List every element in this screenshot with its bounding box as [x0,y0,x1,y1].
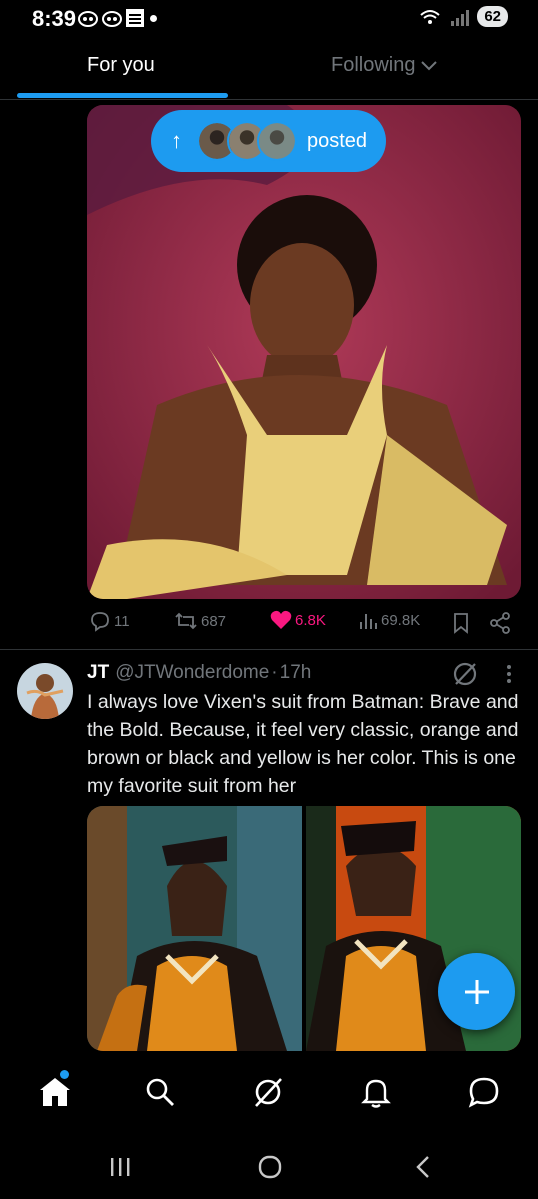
views-button[interactable]: 69.8K [358,610,420,630]
recents-icon [111,1158,130,1176]
more-icon[interactable] [502,662,516,686]
back-icon [416,1156,429,1178]
status-bar: 8:39 62 [0,0,538,40]
new-posts-pill[interactable]: ↑ posted [151,110,386,172]
reply-count: 11 [114,612,130,630]
like-button[interactable]: 6.8K [270,610,326,630]
post-image[interactable] [87,806,302,1051]
battery-indicator: 62 [477,6,508,27]
post-actions: 11 687 6.8K 69.8K [87,610,527,638]
posted-label: posted [307,129,368,152]
signal-icon [451,9,470,26]
post-header: JT @JTWonderdome · 17h [87,662,311,684]
repost-count: 687 [201,612,227,630]
active-tab-indicator [17,93,228,98]
status-indicators: 62 [419,6,508,27]
share-icon[interactable] [488,611,512,635]
author-name[interactable]: JT [87,662,109,684]
plus-icon [464,979,489,1004]
raccoon-icon [102,11,122,27]
nav-notifications[interactable] [356,1072,396,1112]
like-count: 6.8K [295,611,326,629]
views-icon [360,614,377,629]
repost-button[interactable]: 687 [174,610,226,632]
home-icon [40,1078,70,1106]
reply-icon [91,612,109,632]
tab-following[interactable]: Following [331,54,438,77]
bell-icon [361,1079,391,1108]
separator-dot: · [271,662,278,683]
heart-icon [270,610,292,629]
weather-channel-icon [126,9,144,27]
raccoon-icon [78,11,98,27]
post-text: I always love Vixen's suit from Batman: … [87,691,519,797]
home-system-button[interactable] [255,1152,285,1182]
status-time: 8:39 [32,6,77,31]
tab-for-you[interactable]: For you [87,54,155,77]
nav-home[interactable] [35,1072,75,1112]
avatar [257,121,297,161]
back-button[interactable] [408,1152,438,1182]
compose-button[interactable] [438,953,515,1030]
wifi-icon [420,9,440,24]
message-icon [468,1077,499,1108]
nav-messages[interactable] [464,1072,504,1112]
post-time: 17h [279,662,312,683]
home-notification-dot [60,1070,69,1079]
post-divider [0,649,538,650]
author-handle[interactable]: @JTWonderdome [115,662,269,684]
search-icon [146,1078,174,1106]
view-count: 69.8K [381,611,421,629]
reply-button[interactable]: 11 [89,610,130,632]
grok-icon [255,1078,282,1107]
nav-grok[interactable] [248,1072,288,1112]
bookmark-icon[interactable] [452,612,470,634]
home-circle-icon [258,1155,282,1179]
system-nav-bar [0,1130,538,1199]
tab-following-label: Following [331,54,416,76]
repost-icon [175,612,197,630]
chevron-down-icon [421,60,438,70]
arrow-up-icon: ↑ [171,128,182,153]
recents-button[interactable] [105,1152,135,1182]
bottom-nav [0,1052,538,1130]
nav-search[interactable] [140,1072,180,1112]
grok-icon[interactable] [452,661,478,687]
post-image[interactable] [87,105,521,599]
timeline-tabs: For you Following [0,44,538,100]
avatar[interactable] [17,663,73,719]
notification-dot [150,15,157,22]
